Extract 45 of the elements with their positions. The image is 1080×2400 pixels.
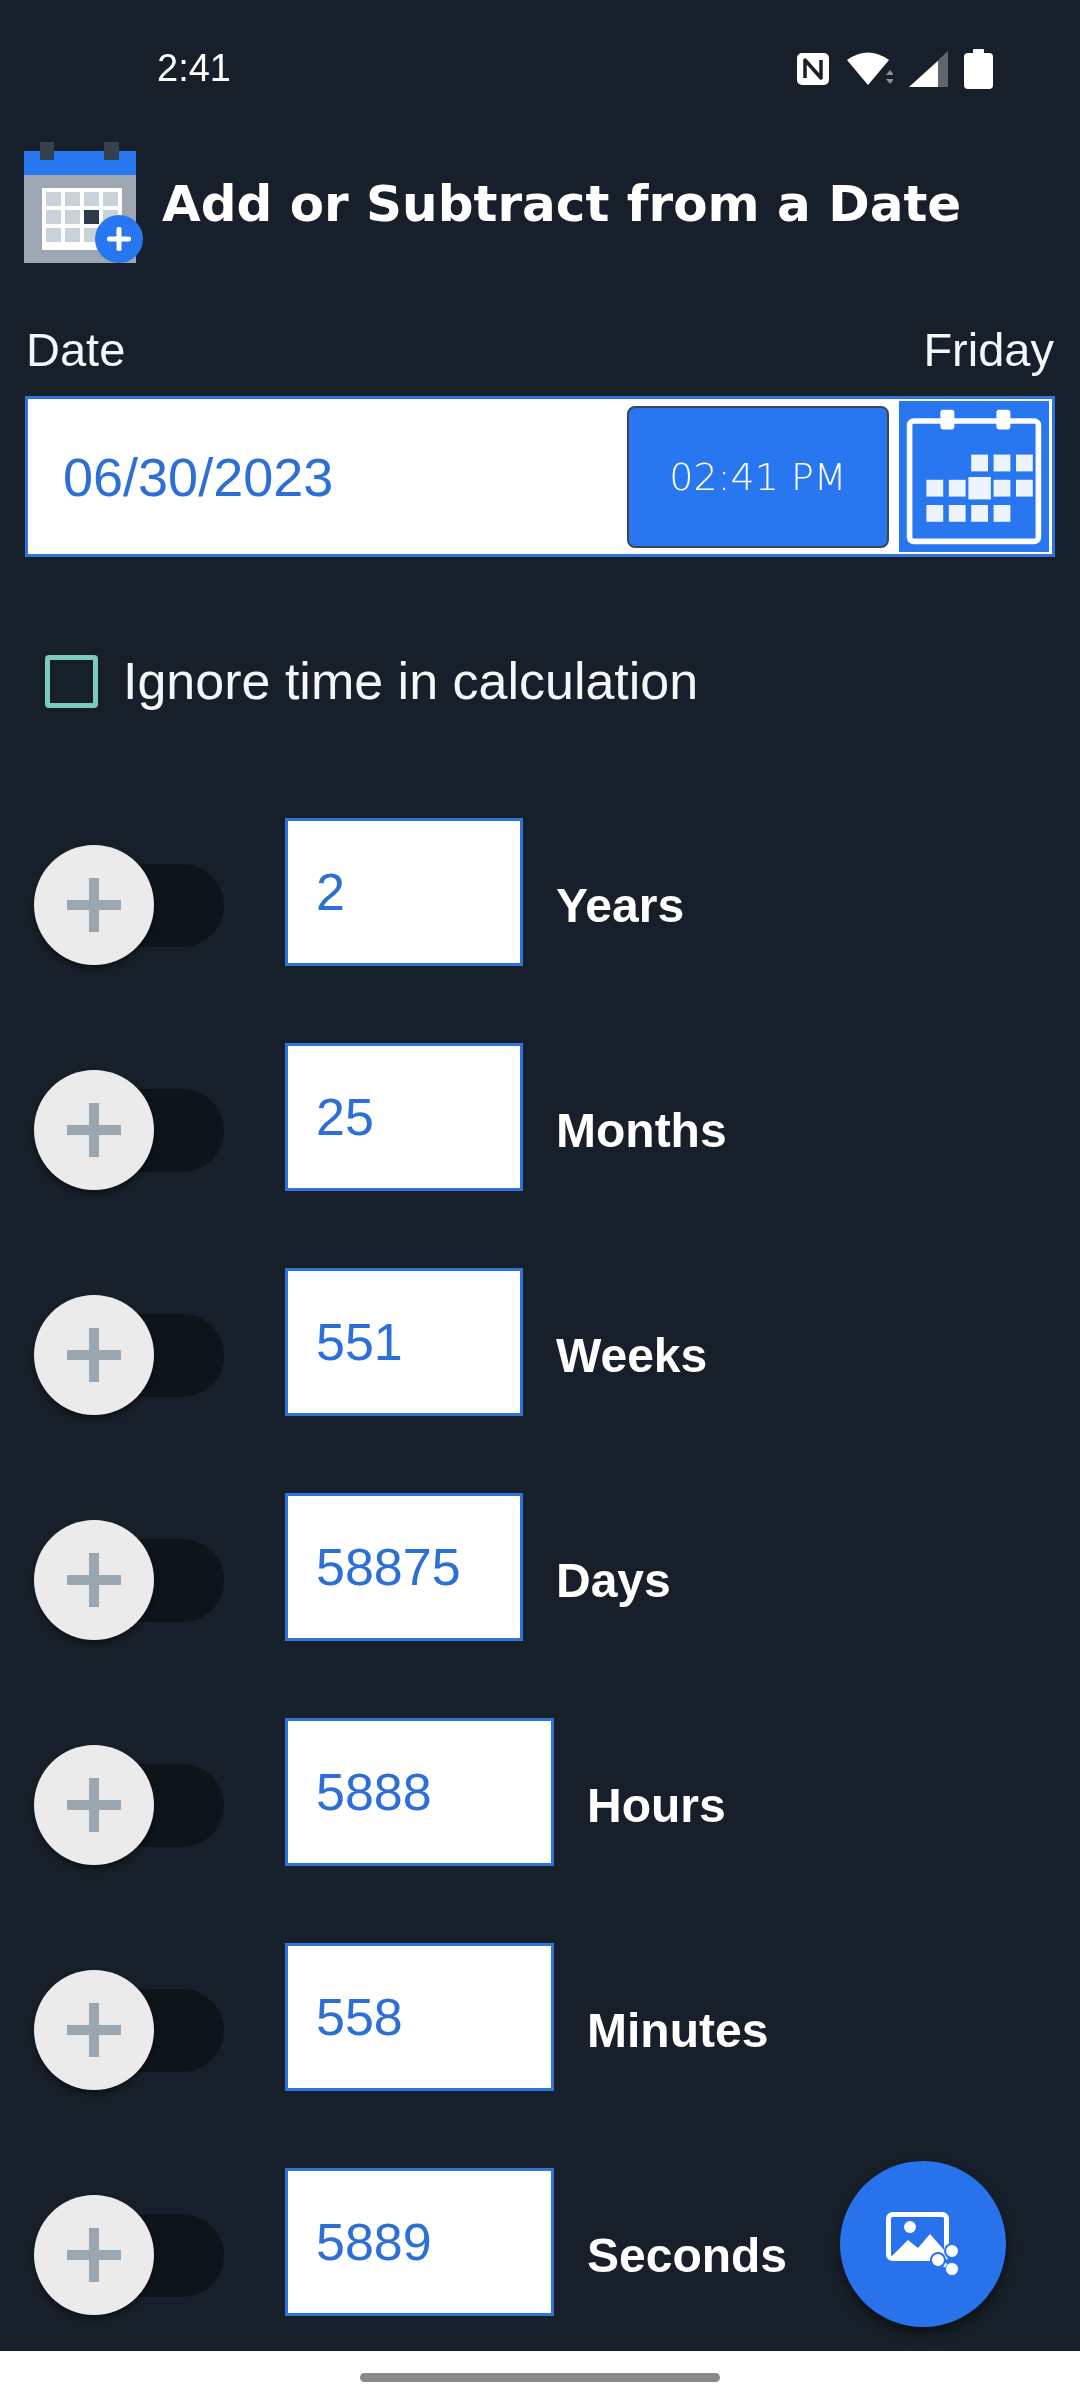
add-subtract-switch[interactable] (34, 2195, 224, 2315)
add-subtract-switch[interactable] (34, 1295, 224, 1415)
plus-icon (67, 1553, 121, 1607)
checkbox[interactable] (45, 654, 98, 708)
battery-icon (964, 48, 993, 89)
date-field[interactable]: 06/30/2023 02:41 PM (25, 396, 1055, 557)
plus-icon (67, 1778, 121, 1832)
add-subtract-switch[interactable] (34, 845, 224, 965)
picture-share-icon (886, 2212, 960, 2276)
add-subtract-switch[interactable] (34, 1520, 224, 1640)
plus-icon (67, 1103, 121, 1157)
plus-icon (67, 1328, 121, 1382)
status-time: 2:41 (157, 47, 231, 90)
plus-icon (67, 2003, 121, 2057)
time-button[interactable]: 02:41 PM (627, 405, 889, 548)
number-field[interactable]: 58875 (285, 1493, 523, 1641)
calendar-button[interactable] (899, 401, 1049, 552)
gesture-handle[interactable] (360, 2373, 720, 2382)
unit-label: Years (556, 877, 685, 933)
signal-icon (909, 50, 948, 87)
checkbox-label: Ignore time in calculation (123, 651, 699, 711)
unit-label: Seconds (587, 2227, 788, 2283)
add-subtract-switch[interactable] (34, 1745, 224, 1865)
date-label: Date (26, 321, 126, 377)
unit-label: Minutes (587, 2002, 769, 2058)
number-field[interactable]: 2 (285, 818, 523, 966)
plus-icon (67, 878, 121, 932)
unit-label: Hours (587, 1777, 726, 1833)
page-title: Add or Subtract from a Date (162, 175, 962, 233)
unit-label: Weeks (556, 1327, 708, 1383)
wifi-icon (847, 50, 893, 87)
add-subtract-switch[interactable] (34, 1070, 224, 1190)
plus-icon (67, 2228, 121, 2282)
weekday-label: Friday (923, 321, 1054, 377)
number-field[interactable]: 5888 (285, 1718, 554, 1866)
number-field[interactable]: 25 (285, 1043, 523, 1191)
add-subtract-switch[interactable] (34, 1970, 224, 2090)
date-value: 06/30/2023 (63, 445, 335, 508)
calendar-add-icon (24, 141, 143, 263)
number-field[interactable]: 5889 (285, 2168, 554, 2316)
number-field[interactable]: 551 (285, 1268, 523, 1416)
unit-label: Months (556, 1102, 727, 1158)
number-field[interactable]: 558 (285, 1943, 554, 2091)
unit-label: Days (556, 1552, 671, 1608)
nfc-icon (795, 50, 831, 87)
